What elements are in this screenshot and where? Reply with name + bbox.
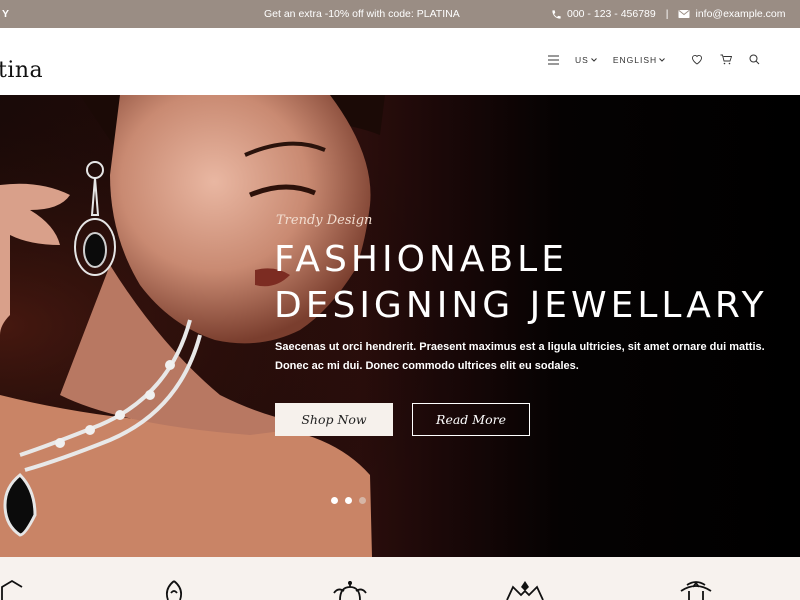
search-icon[interactable] — [749, 54, 760, 65]
hero-title-line1: FASHIONABLE — [274, 239, 568, 280]
category-strip — [0, 557, 800, 600]
language-dropdown[interactable]: ENGLISH — [613, 55, 665, 65]
menu-icon[interactable] — [548, 55, 559, 65]
promo-text: Get an extra -10% off with code: PLATINA — [264, 8, 460, 20]
read-more-button[interactable]: Read More — [412, 403, 530, 436]
currency-label: US — [575, 54, 589, 65]
hero-description: Saecenas ut orci hendrerit. Praesent max… — [275, 341, 765, 372]
phone-link[interactable]: 000 - 123 - 456789 — [567, 8, 656, 20]
slider-dot-1[interactable] — [331, 497, 338, 504]
cart-icon[interactable] — [720, 54, 733, 65]
mail-icon — [678, 9, 690, 19]
shop-now-button[interactable]: Shop Now — [275, 403, 393, 436]
bracelet-icon[interactable] — [675, 579, 717, 600]
chevron-down-icon — [590, 57, 597, 62]
hero-eyebrow: Trendy Design — [276, 213, 373, 228]
phone-icon — [551, 9, 562, 20]
language-label: ENGLISH — [612, 54, 658, 65]
email-link[interactable]: info@example.com — [695, 8, 785, 20]
site-logo[interactable]: tina — [0, 58, 43, 83]
currency-dropdown[interactable]: US — [575, 55, 597, 65]
pendant-icon[interactable] — [162, 579, 186, 600]
contact-info: 000 - 123 - 456789 | info@example.com — [551, 8, 786, 20]
slider-dot-3[interactable] — [359, 497, 366, 504]
ring-icon[interactable] — [0, 579, 24, 600]
necklace-icon[interactable] — [330, 579, 370, 600]
slider-pagination — [331, 497, 366, 504]
contact-separator: | — [665, 8, 669, 20]
site-header: tina US ENGLISH — [0, 28, 800, 95]
chevron-down-icon — [659, 57, 665, 62]
top-bar: Y Get an extra -10% off with code: PLATI… — [0, 0, 800, 28]
hero-title-line2: DESIGNING JEWELLARY — [274, 285, 768, 326]
topbar-left-text: Y — [2, 8, 10, 20]
hero-title: FASHIONABLE DESIGNING JEWELLARY — [274, 237, 768, 329]
crown-icon[interactable] — [503, 579, 547, 600]
slider-dot-2[interactable] — [345, 497, 352, 504]
hero-slider: Trendy Design FASHIONABLE DESIGNING JEWE… — [0, 95, 800, 557]
header-tools: US ENGLISH — [548, 54, 760, 65]
heart-icon[interactable] — [691, 54, 703, 65]
